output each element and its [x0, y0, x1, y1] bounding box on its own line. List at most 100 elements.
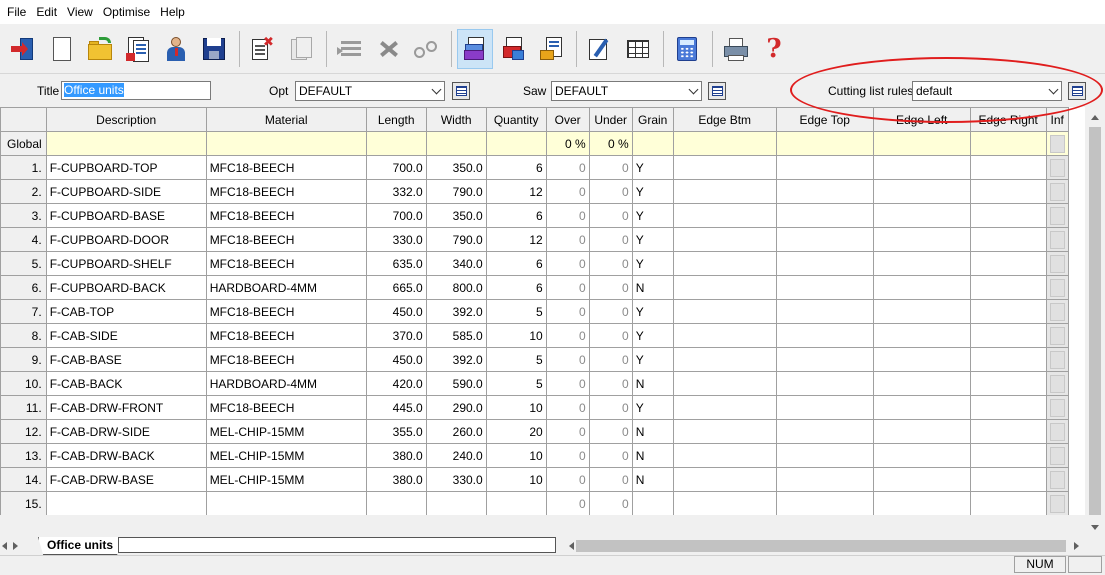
edge-left-cell[interactable] [872, 491, 971, 515]
under-cell[interactable]: 0 [588, 155, 633, 180]
row-number[interactable]: 10. [0, 371, 47, 396]
description-cell[interactable]: F-CUPBOARD-SHELF [45, 251, 207, 276]
cut-button[interactable] [370, 29, 406, 69]
edge-left-cell[interactable] [872, 443, 971, 468]
column-header-edge-top[interactable]: Edge Top [775, 107, 874, 132]
width-cell[interactable]: 330.0 [425, 467, 487, 492]
length-cell[interactable]: 700.0 [365, 155, 427, 180]
quantity-cell[interactable] [485, 491, 547, 515]
edge-top-cell[interactable] [775, 371, 874, 396]
row-number[interactable]: 6. [0, 275, 47, 300]
description-cell[interactable]: F-CUPBOARD-BASE [45, 203, 207, 228]
description-cell[interactable]: F-CAB-DRW-FRONT [45, 395, 207, 420]
under-cell[interactable]: 0 [588, 491, 633, 515]
edge-top-cell[interactable] [775, 467, 874, 492]
quantity-cell[interactable]: 10 [485, 323, 547, 348]
table-button[interactable] [620, 29, 656, 69]
edge-left-cell[interactable] [872, 275, 971, 300]
edge-top-cell[interactable] [775, 347, 874, 372]
quantity-cell[interactable]: 5 [485, 347, 547, 372]
over-cell[interactable]: 0 [545, 467, 590, 492]
edge-btm-cell[interactable] [672, 179, 777, 204]
open-button[interactable] [82, 29, 118, 69]
grain-cell[interactable]: Y [631, 251, 674, 276]
column-header-material[interactable]: Material [205, 107, 367, 132]
edge-left-cell[interactable] [872, 227, 971, 252]
quantity-cell[interactable]: 10 [485, 395, 547, 420]
material-cell[interactable]: MFC18-BEECH [205, 251, 367, 276]
column-header-over[interactable]: Over [545, 107, 590, 132]
length-cell[interactable]: 332.0 [365, 179, 427, 204]
saw-combo[interactable]: DEFAULT [551, 81, 702, 101]
description-cell[interactable]: F-CUPBOARD-TOP [45, 155, 207, 180]
description-cell[interactable]: F-CAB-DRW-BASE [45, 467, 207, 492]
edge-top-cell[interactable] [775, 491, 874, 515]
menu-optimise[interactable]: Optimise [98, 2, 155, 22]
vertical-scrollbar[interactable] [1086, 107, 1105, 537]
row-number[interactable]: 11. [0, 395, 47, 420]
column-header-inf[interactable]: Inf [1045, 107, 1069, 132]
edge-left-cell[interactable] [872, 155, 971, 180]
edge-left-cell[interactable] [872, 179, 971, 204]
saw-edit-button[interactable] [708, 82, 726, 100]
row-number[interactable]: 2. [0, 179, 47, 204]
inf-cell[interactable] [1045, 251, 1069, 276]
material-cell[interactable]: MFC18-BEECH [205, 227, 367, 252]
material-cell[interactable]: MEL-CHIP-15MM [205, 419, 367, 444]
edge-top-cell[interactable] [775, 419, 874, 444]
under-cell[interactable]: 0 [588, 275, 633, 300]
edge-left-cell[interactable] [872, 347, 971, 372]
preview-button[interactable] [408, 29, 444, 69]
material-cell[interactable]: MFC18-BEECH [205, 395, 367, 420]
inf-cell[interactable] [1045, 419, 1069, 444]
grain-cell[interactable]: Y [631, 395, 674, 420]
edge-btm-cell[interactable] [672, 347, 777, 372]
row-number[interactable]: 7. [0, 299, 47, 324]
edit-button[interactable] [582, 29, 618, 69]
material-cell[interactable]: HARDBOARD-4MM [205, 371, 367, 396]
under-cell[interactable]: 0 [588, 251, 633, 276]
column-header-edge-btm[interactable]: Edge Btm [672, 107, 777, 132]
scroll-thumb[interactable] [576, 540, 1066, 552]
edge-top-cell[interactable] [775, 395, 874, 420]
edge-btm-cell[interactable] [672, 323, 777, 348]
quantity-cell[interactable]: 20 [485, 419, 547, 444]
column-header-under[interactable]: Under [588, 107, 633, 132]
edge-btm-cell[interactable] [672, 155, 777, 180]
inf-cell[interactable] [1045, 467, 1069, 492]
cell[interactable] [365, 131, 427, 156]
row-number[interactable]: 9. [0, 347, 47, 372]
column-header-quantity[interactable]: Quantity [485, 107, 547, 132]
length-cell[interactable]: 450.0 [365, 299, 427, 324]
description-cell[interactable]: F-CAB-DRW-BACK [45, 443, 207, 468]
width-cell[interactable]: 392.0 [425, 299, 487, 324]
help-button[interactable]: ? [756, 29, 792, 69]
sheet-tab-office-units[interactable]: Office units [38, 537, 125, 555]
edge-top-cell[interactable] [775, 251, 874, 276]
column-header-width[interactable]: Width [425, 107, 487, 132]
edge-top-cell[interactable] [775, 179, 874, 204]
width-cell[interactable]: 340.0 [425, 251, 487, 276]
edge-btm-cell[interactable] [672, 203, 777, 228]
edge-top-cell[interactable] [775, 299, 874, 324]
cell[interactable] [205, 131, 367, 156]
edge-btm-cell[interactable] [672, 443, 777, 468]
length-cell[interactable]: 450.0 [365, 347, 427, 372]
edge-top-cell[interactable] [775, 227, 874, 252]
copy-button[interactable] [283, 29, 319, 69]
edge-right-cell[interactable] [969, 251, 1047, 276]
edge-btm-cell[interactable] [672, 251, 777, 276]
edge-btm-cell[interactable] [672, 491, 777, 515]
description-cell[interactable] [45, 491, 207, 515]
width-cell[interactable]: 290.0 [425, 395, 487, 420]
quantity-cell[interactable]: 5 [485, 371, 547, 396]
cutting-list-rules-combo[interactable]: default [912, 81, 1062, 101]
grain-cell[interactable]: Y [631, 299, 674, 324]
cell[interactable] [485, 131, 547, 156]
boards-button[interactable] [495, 29, 531, 69]
edge-right-cell[interactable] [969, 371, 1047, 396]
over-cell[interactable]: 0 [545, 203, 590, 228]
length-cell[interactable]: 380.0 [365, 443, 427, 468]
width-cell[interactable]: 260.0 [425, 419, 487, 444]
length-cell[interactable]: 370.0 [365, 323, 427, 348]
